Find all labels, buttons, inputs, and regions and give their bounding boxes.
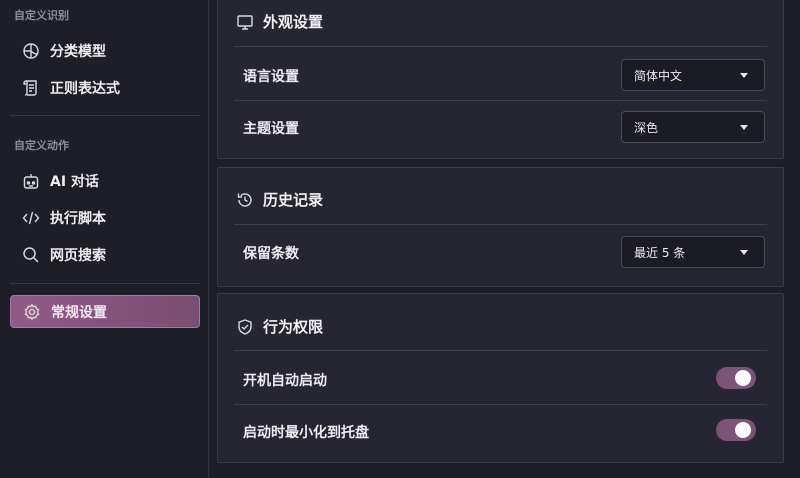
card-divider	[234, 350, 767, 351]
keep-count-label: 保留条数	[243, 246, 299, 262]
chevron-down-icon	[740, 125, 748, 130]
sidebar-item-label: 分类模型	[50, 43, 106, 60]
minimize-to-tray-label: 启动时最小化到托盘	[243, 425, 369, 441]
search-icon	[22, 246, 40, 264]
card-divider	[234, 46, 767, 47]
shield-check-icon	[236, 318, 254, 336]
section-label-custom-actions: 自定义动作	[14, 139, 69, 152]
minimize-to-tray-toggle[interactable]	[716, 419, 756, 441]
history-card: 历史记录 保留条数 最近 5 条	[217, 167, 784, 287]
toggle-knob	[735, 370, 751, 386]
appearance-title: 外观设置	[236, 11, 323, 32]
history-title: 历史记录	[236, 189, 323, 210]
globe-icon	[22, 42, 40, 60]
gear-icon	[23, 302, 41, 321]
scroll-icon	[22, 79, 40, 97]
theme-select[interactable]: 深色	[621, 111, 765, 143]
theme-label: 主题设置	[243, 121, 299, 137]
robot-icon	[22, 172, 40, 190]
keep-count-select[interactable]: 最近 5 条	[621, 236, 765, 268]
sidebar-item-regex[interactable]: 正则表达式	[10, 71, 200, 104]
toggle-knob	[735, 422, 751, 438]
history-title-text: 历史记录	[263, 191, 324, 209]
theme-select-value: 深色	[634, 120, 659, 135]
language-label: 语言设置	[243, 69, 299, 85]
appearance-card: 外观设置 语言设置 简体中文 主题设置 深色	[217, 0, 784, 159]
behavior-title: 行为权限	[236, 316, 323, 337]
sidebar-item-label: 执行脚本	[50, 210, 106, 227]
autostart-toggle[interactable]	[716, 367, 756, 389]
sidebar: 自定义识别 分类模型 正则表达式 自定义动作 AI 对话 执行脚本 网页搜索 常…	[0, 0, 209, 478]
sidebar-item-execute-script[interactable]: 执行脚本	[10, 201, 200, 234]
language-select-value: 简体中文	[634, 68, 683, 83]
sidebar-item-web-search[interactable]: 网页搜索	[10, 238, 200, 271]
appearance-title-text: 外观设置	[263, 13, 324, 31]
row-divider	[234, 404, 767, 405]
autostart-label: 开机自动启动	[243, 373, 327, 389]
monitor-icon	[236, 13, 254, 31]
settings-panel: 外观设置 语言设置 简体中文 主题设置 深色 历史记录 保留条数 最近 5 条	[209, 0, 800, 478]
sidebar-item-label: 网页搜索	[50, 247, 106, 264]
sidebar-item-ai-chat[interactable]: AI 对话	[10, 164, 200, 197]
sidebar-item-classification-model[interactable]: 分类模型	[10, 34, 200, 67]
row-divider	[234, 100, 767, 101]
sidebar-item-label: 正则表达式	[50, 80, 120, 97]
sidebar-item-general-settings[interactable]: 常规设置	[10, 295, 200, 328]
sidebar-item-label: AI 对话	[50, 173, 99, 190]
sidebar-item-label: 常规设置	[51, 304, 107, 321]
code-icon	[22, 209, 40, 227]
sidebar-divider	[10, 283, 200, 284]
behavior-title-text: 行为权限	[263, 318, 324, 336]
chevron-down-icon	[740, 250, 748, 255]
sidebar-divider	[10, 115, 200, 116]
chevron-down-icon	[740, 73, 748, 78]
section-label-custom-recognition: 自定义识别	[14, 9, 69, 22]
history-icon	[236, 191, 254, 209]
keep-count-select-value: 最近 5 条	[634, 245, 686, 260]
card-divider	[234, 224, 767, 225]
language-select[interactable]: 简体中文	[621, 59, 765, 91]
behavior-card: 行为权限 开机自动启动 启动时最小化到托盘	[217, 293, 784, 463]
